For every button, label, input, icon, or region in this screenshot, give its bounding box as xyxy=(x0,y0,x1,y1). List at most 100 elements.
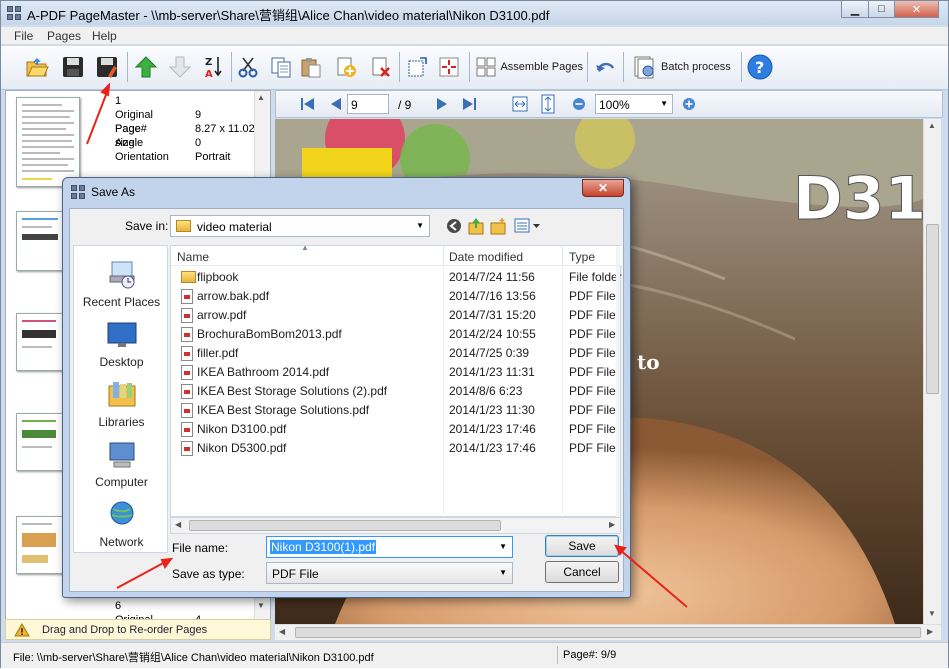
thumbnail-page-2[interactable] xyxy=(16,211,64,271)
place-recent[interactable]: Recent Places xyxy=(74,260,169,309)
paste-icon[interactable] xyxy=(297,51,325,83)
toolbar-separator xyxy=(127,52,128,82)
thumbnail-page-5[interactable] xyxy=(16,516,64,574)
scroll-up-icon[interactable]: ▲ xyxy=(928,121,936,130)
last-page-icon[interactable] xyxy=(462,97,478,111)
close-button[interactable]: ✕ xyxy=(894,1,939,18)
scroll-down-icon[interactable]: ▼ xyxy=(928,609,936,618)
next-page-icon[interactable] xyxy=(436,97,448,111)
cut-icon[interactable] xyxy=(234,51,262,83)
save-as-icon[interactable] xyxy=(94,51,122,83)
file-list-header: Name ▲ Date modified Type xyxy=(171,243,622,266)
file-row[interactable]: IKEA Best Storage Solutions (2).pdf 2014/… xyxy=(171,381,620,400)
new-folder-icon[interactable] xyxy=(490,217,506,235)
file-row[interactable]: arrow.bak.pdf 2014/7/16 13:56 PDF File xyxy=(171,286,620,305)
scroll-down-icon[interactable]: ▼ xyxy=(257,601,265,610)
thumbnail-page-1[interactable] xyxy=(16,97,80,187)
page-number-input[interactable]: 9 xyxy=(347,94,389,114)
batch-process-button[interactable]: Batch process xyxy=(633,51,738,83)
save-as-type-select[interactable]: PDF File ▼ xyxy=(266,562,513,584)
open-folder-icon[interactable] xyxy=(23,51,51,83)
file-row[interactable]: IKEA Bathroom 2014.pdf 2014/1/23 11:31 PDF… xyxy=(171,362,620,381)
file-row[interactable]: filler.pdf 2014/7/25 0:39 PDF File xyxy=(171,343,620,362)
place-desktop[interactable]: Desktop xyxy=(74,320,169,369)
save-button[interactable]: Save xyxy=(545,535,619,557)
maximize-button[interactable]: □ xyxy=(868,1,895,18)
pdf-file-icon xyxy=(181,422,193,437)
thumbnail-page-3[interactable] xyxy=(16,313,64,371)
info-value: Portrait xyxy=(195,151,231,163)
delete-page-icon[interactable] xyxy=(367,51,395,83)
fit-height-icon[interactable] xyxy=(541,94,555,114)
save-in-label: Save in: xyxy=(125,219,169,233)
zoom-out-icon[interactable] xyxy=(572,97,586,111)
file-name: Nikon D3100.pdf xyxy=(197,422,287,436)
file-row[interactable]: BrochuraBomBom2013.pdf 2014/2/24 10:55 PDF… xyxy=(171,324,620,343)
minimize-button[interactable]: ▁ xyxy=(841,1,869,18)
column-name[interactable]: Name xyxy=(177,250,209,264)
move-up-icon[interactable] xyxy=(132,51,160,83)
thumbnail-page-4[interactable] xyxy=(16,413,64,471)
column-type[interactable]: Type xyxy=(569,250,595,264)
app-window: A-PDF PageMaster - \\mb-server\Share\营销组… xyxy=(0,0,949,668)
pdf-file-icon xyxy=(181,403,193,418)
copy-icon[interactable] xyxy=(267,51,295,83)
up-folder-icon[interactable] xyxy=(468,217,484,235)
assemble-pages-label: Assemble Pages xyxy=(500,61,583,73)
viewer-vertical-scrollbar[interactable]: ▲ ▼ xyxy=(923,119,941,624)
scroll-thumb[interactable] xyxy=(926,224,939,394)
sort-az-icon[interactable]: ZA xyxy=(200,51,228,83)
scroll-left-icon[interactable]: ◀ xyxy=(175,520,181,529)
help-icon[interactable]: ? xyxy=(746,51,774,83)
scroll-left-icon[interactable]: ◀ xyxy=(279,627,285,636)
place-libraries[interactable]: Libraries xyxy=(74,380,169,429)
file-row[interactable]: arrow.pdf 2014/7/31 15:20 PDF File xyxy=(171,305,620,324)
crop-icon[interactable] xyxy=(435,51,463,83)
pdf-file-icon xyxy=(181,441,193,456)
place-computer[interactable]: Computer xyxy=(74,440,169,489)
scroll-up-icon[interactable]: ▲ xyxy=(257,93,265,102)
file-row[interactable]: Nikon D5300.pdf 2014/1/23 17:46 PDF File xyxy=(171,438,620,457)
menu-help[interactable]: Help xyxy=(92,29,117,43)
menu-file[interactable]: File xyxy=(14,29,33,43)
file-date: 2014/1/23 11:31 xyxy=(449,365,535,379)
zoom-select[interactable]: 100% ▼ xyxy=(595,94,673,114)
scroll-thumb[interactable] xyxy=(189,520,501,531)
file-name-input[interactable]: Nikon D3100(1).pdf ▼ xyxy=(266,536,513,558)
file-list: Name ▲ Date modified Type flipbook 2014/7… xyxy=(170,243,622,518)
view-menu-icon[interactable] xyxy=(514,218,542,234)
scroll-right-icon[interactable]: ▶ xyxy=(927,627,933,636)
toolbar-separator xyxy=(623,52,624,82)
dialog-title: Save As xyxy=(91,185,136,199)
save-in-select[interactable]: video material ▼ xyxy=(170,215,430,237)
page-number: 1 xyxy=(115,95,122,107)
fit-width-icon[interactable] xyxy=(512,96,528,112)
move-down-icon[interactable] xyxy=(166,51,194,83)
extract-icon[interactable] xyxy=(403,51,431,83)
pdf-file-icon xyxy=(181,289,193,304)
prev-page-icon[interactable] xyxy=(330,97,342,111)
file-row[interactable]: IKEA Best Storage Solutions.pdf 2014/1/23… xyxy=(171,400,620,419)
column-date-modified[interactable]: Date modified xyxy=(449,250,523,264)
first-page-icon[interactable] xyxy=(300,97,316,111)
reorder-hint-text: Drag and Drop to Re-order Pages xyxy=(42,624,208,636)
save-icon[interactable] xyxy=(59,51,87,83)
zoom-in-icon[interactable] xyxy=(682,97,696,111)
dialog-close-button[interactable]: ✕ xyxy=(582,179,624,197)
file-row[interactable]: Nikon D3100.pdf 2014/1/23 17:46 PDF File xyxy=(171,419,620,438)
back-icon[interactable] xyxy=(446,218,462,234)
scroll-right-icon[interactable]: ▶ xyxy=(609,520,615,529)
info-value: 8.27 x 11.02 xyxy=(195,123,255,135)
viewer-horizontal-scrollbar[interactable]: ◀ ▶ xyxy=(275,624,941,640)
file-list-scrollbar[interactable]: ◀ ▶ xyxy=(170,517,621,534)
assemble-pages-button[interactable]: Assemble Pages xyxy=(475,51,583,83)
cancel-button[interactable]: Cancel xyxy=(545,561,619,583)
undo-icon[interactable] xyxy=(591,51,619,83)
file-row[interactable]: flipbook 2014/7/24 11:56 File folder xyxy=(171,267,622,286)
place-network[interactable]: Network xyxy=(74,500,169,549)
insert-page-icon[interactable] xyxy=(332,51,360,83)
scroll-thumb[interactable] xyxy=(295,627,921,638)
file-date: 2014/7/24 11:56 xyxy=(449,270,535,284)
places-bar: Recent Places Desktop Libraries Computer… xyxy=(73,245,168,553)
menu-pages[interactable]: Pages xyxy=(47,29,81,43)
